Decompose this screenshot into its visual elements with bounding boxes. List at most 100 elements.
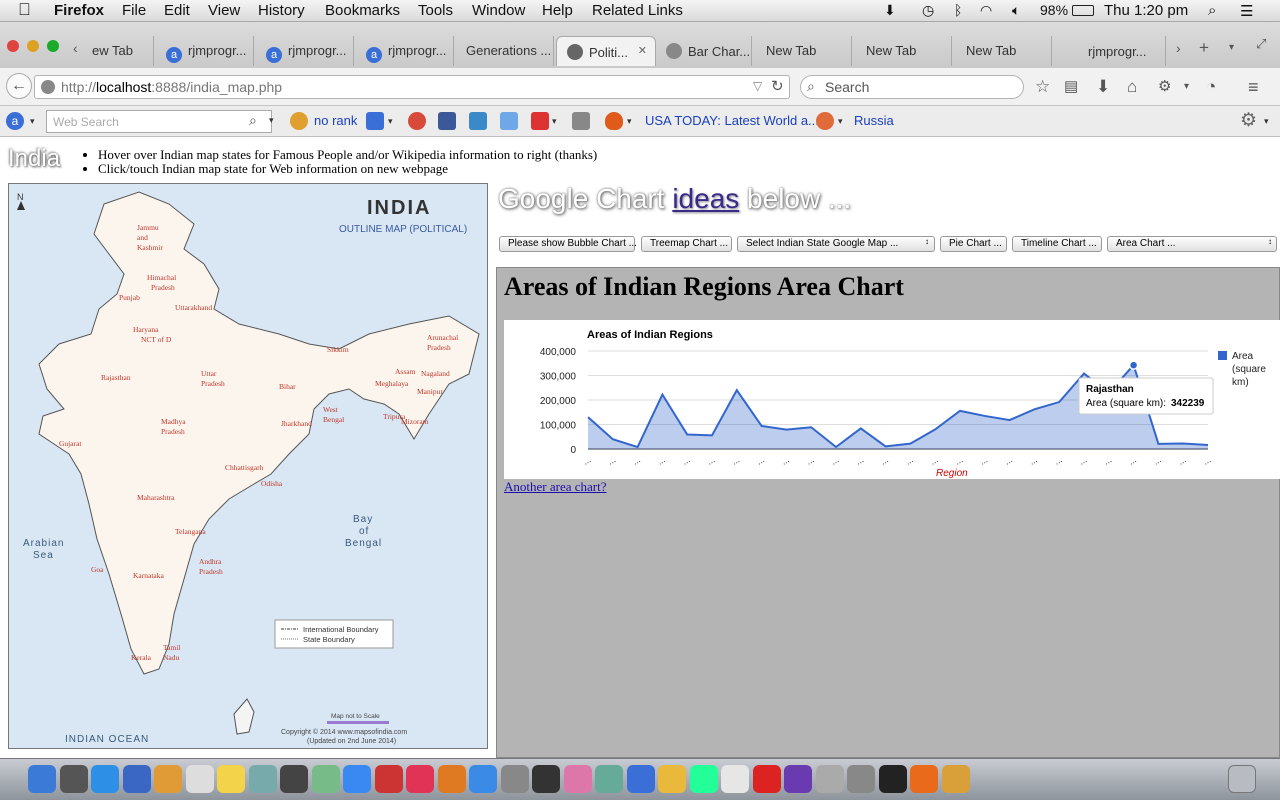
dock-app-icon[interactable] <box>500 765 529 793</box>
web-search-icon[interactable]: ⌕ <box>249 112 257 129</box>
state-label[interactable]: Himachal <box>147 273 176 282</box>
clock-addon-icon[interactable] <box>408 112 426 130</box>
state-label[interactable]: Pradesh <box>427 343 451 352</box>
state-label[interactable]: Kerala <box>131 653 152 662</box>
dock-app-icon[interactable] <box>469 765 497 793</box>
time-machine-icon[interactable]: ◷ <box>922 2 934 19</box>
trash-icon[interactable] <box>1228 765 1256 793</box>
tab-active[interactable]: Politi... ✕ <box>556 36 656 66</box>
site-identity-icon[interactable] <box>41 80 55 94</box>
area-chart[interactable]: Areas of Indian Regions 400,000 300,000 200… <box>504 320 1280 479</box>
state-label[interactable]: Chhattisgarh <box>225 463 264 472</box>
state-label[interactable]: Pradesh <box>199 567 223 576</box>
dock-app-icon[interactable] <box>122 765 151 793</box>
dock-app-icon[interactable] <box>374 765 403 793</box>
state-label[interactable]: Bengal <box>323 415 344 424</box>
state-label[interactable]: Maharashtra <box>137 493 175 502</box>
browser-tab[interactable]: a rjmprogr... <box>256 36 354 66</box>
web-search-dropdown-icon[interactable]: ▾ <box>269 115 274 126</box>
dock-app-icon[interactable] <box>154 765 182 793</box>
state-label[interactable]: Jharkhand <box>281 419 312 428</box>
dock-app-icon[interactable] <box>343 765 371 793</box>
downloads-icon[interactable]: ⬇ <box>1096 77 1110 97</box>
state-label[interactable]: and <box>137 233 148 242</box>
contact-card-icon[interactable] <box>572 112 590 130</box>
state-label[interactable]: Nadu <box>163 653 179 662</box>
dock-app-icon[interactable] <box>563 765 592 793</box>
browser-tab[interactable]: a rjmprogr... <box>356 36 454 66</box>
menu-related-links[interactable]: Related Links <box>592 2 683 19</box>
dock-app-icon[interactable] <box>59 765 88 793</box>
tab-scroll-right-icon[interactable]: › <box>1176 40 1181 56</box>
state-label[interactable]: Pradesh <box>161 427 185 436</box>
url-dropdown-icon[interactable]: ▽ <box>753 79 762 93</box>
dock-app-icon[interactable] <box>815 765 844 793</box>
dock-app-icon[interactable] <box>847 765 875 793</box>
dock-app-icon[interactable] <box>532 765 560 793</box>
fire-icon[interactable] <box>605 112 623 130</box>
dock-app-icon[interactable] <box>941 765 970 793</box>
state-label[interactable]: Meghalaya <box>375 379 409 388</box>
russia-bookmark[interactable]: Russia <box>854 113 894 128</box>
dock-app-icon[interactable] <box>752 765 781 793</box>
search-addon-dropdown-icon[interactable]: ▾ <box>838 116 843 127</box>
ideas-link[interactable]: ideas <box>672 183 739 214</box>
state-label[interactable]: Uttarakhand <box>175 303 212 312</box>
history-icon[interactable]: ◔ <box>1206 77 1216 97</box>
area-chart-svg[interactable]: Areas of Indian Regions 400,000 300,000 200… <box>504 320 1280 479</box>
state-label[interactable]: Andhra <box>199 557 222 566</box>
link-chain-icon[interactable] <box>366 112 384 130</box>
download-status-icon[interactable]: ⬇ <box>884 2 896 19</box>
browser-tab[interactable]: New Tab <box>956 36 1052 66</box>
menu-edit[interactable]: Edit <box>164 2 190 19</box>
state-label[interactable]: Rajasthan <box>101 373 131 382</box>
menu-help[interactable]: Help <box>542 2 573 19</box>
reading-list-icon[interactable]: ▤ <box>1064 77 1078 95</box>
state-label[interactable]: Pradesh <box>151 283 175 292</box>
search-addon-icon[interactable] <box>816 112 834 130</box>
close-tab-icon[interactable]: ✕ <box>638 44 647 57</box>
browser-tab[interactable]: ew Tab <box>82 36 154 66</box>
back-button[interactable]: ← <box>6 73 32 99</box>
state-label[interactable]: Kashmir <box>137 243 163 252</box>
search-bar[interactable]: ⌕ Search <box>800 75 1024 99</box>
state-label[interactable]: Jammu <box>137 223 159 232</box>
menu-bookmarks[interactable]: Bookmarks <box>325 2 400 19</box>
state-label[interactable]: Manipur <box>417 387 443 396</box>
dock-app-icon[interactable] <box>437 765 466 793</box>
reload-icon[interactable]: ↻ <box>771 77 784 95</box>
zoom-window-button[interactable] <box>47 40 59 52</box>
state-label[interactable]: Bihar <box>279 382 296 391</box>
menu-history[interactable]: History <box>258 2 305 19</box>
fullscreen-icon[interactable]: ⤢ <box>1256 36 1266 52</box>
bluetooth-icon[interactable]: ᛒ <box>954 2 962 18</box>
usa-today-bookmark[interactable]: USA TODAY: Latest World a... <box>645 113 819 128</box>
state-label[interactable]: Tamil <box>163 643 180 652</box>
new-tab-plus-icon[interactable]: + <box>1199 38 1209 58</box>
pie-chart-select[interactable]: Pie Chart ... <box>940 236 1007 252</box>
state-label[interactable]: Karnataka <box>133 571 164 580</box>
apple-icon[interactable]:  <box>18 0 31 20</box>
ask-dropdown-icon[interactable]: ▾ <box>30 116 35 127</box>
wifi-icon[interactable]: ◠ <box>980 2 992 19</box>
state-label[interactable]: Assam <box>395 367 416 376</box>
fire-dropdown-icon[interactable]: ▾ <box>627 116 632 127</box>
home-icon[interactable]: ⌂ <box>1127 77 1137 97</box>
dock-app-icon[interactable] <box>658 765 686 793</box>
alexa-rank-icon[interactable] <box>290 112 308 130</box>
dock-app-icon[interactable] <box>248 765 277 793</box>
state-label[interactable]: Madhya <box>161 417 186 426</box>
ask-logo-icon[interactable]: a <box>6 112 24 130</box>
clipboard-icon[interactable] <box>469 112 487 130</box>
state-label[interactable]: Punjab <box>119 293 140 302</box>
battery-icon[interactable] <box>1072 5 1094 16</box>
tab-scroll-left-icon[interactable]: ‹ <box>73 40 78 56</box>
notification-center-icon[interactable]: ☰ <box>1240 2 1253 20</box>
dock-app-icon[interactable] <box>689 765 718 793</box>
list-all-tabs-icon[interactable]: ▾ <box>1229 42 1234 53</box>
dock-app-icon[interactable] <box>784 765 812 793</box>
state-label[interactable]: Haryana <box>133 325 159 334</box>
settings-dropdown-icon[interactable]: ▾ <box>1264 116 1269 127</box>
state-label[interactable]: Goa <box>91 565 104 574</box>
minimize-window-button[interactable] <box>27 40 39 52</box>
